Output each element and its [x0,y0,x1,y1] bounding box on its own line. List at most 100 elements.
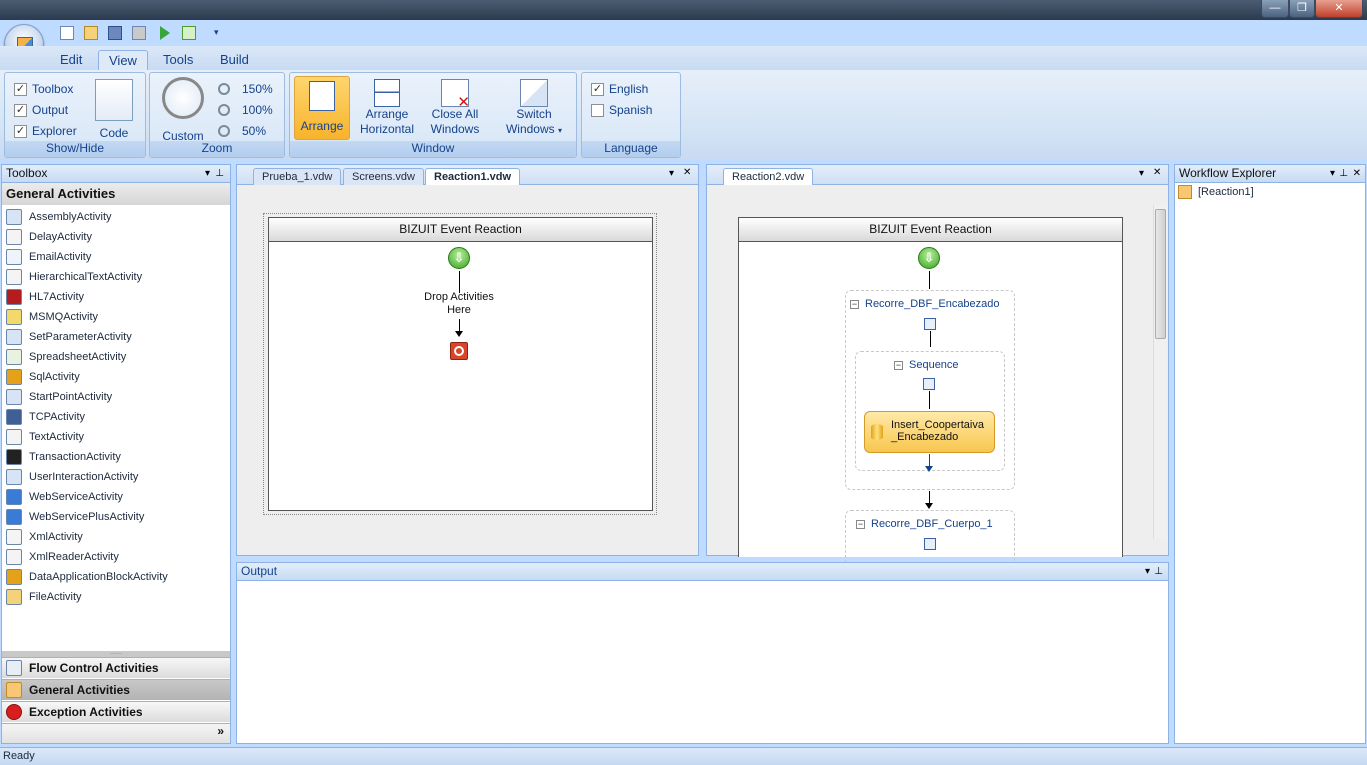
toolbox-item[interactable]: HierarchicalTextActivity [2,267,230,287]
zoom-150-button[interactable]: 150% [218,81,273,97]
toolbox-checkbox-label: Toolbox [32,82,74,96]
arrange-icon [309,81,335,111]
toolbox-item[interactable]: TCPActivity [2,407,230,427]
save-all-icon[interactable] [132,26,146,40]
tab-reaction2[interactable]: Reaction2.vdw [723,168,814,185]
collapse-icon[interactable]: − [894,360,903,370]
spanish-checkbox[interactable]: Spanish [591,102,652,118]
checkbox-box: ✓ [14,103,27,117]
category-flow-control[interactable]: Flow Control Activities [2,657,230,678]
english-label: English [609,82,649,96]
explorer-pin-icon[interactable]: ⊥ [1339,165,1348,182]
output-pin-icon[interactable]: ⊥ [1154,563,1163,580]
switch-windows-button[interactable]: Switch Windows ▾ [496,79,572,138]
connector-line [930,331,931,347]
scope-recorre-encabezado[interactable]: − Recorre_DBF_Encabezado − Sequence [845,290,1015,490]
tab-tools[interactable]: Tools [153,50,203,70]
close-all-windows-button[interactable]: ✕ Close All Windows [424,79,486,137]
connector-line [929,391,930,409]
toolbox-item-label: SqlActivity [29,371,80,383]
tab-screens[interactable]: Screens.vdw [343,168,424,185]
category-general[interactable]: General Activities [2,679,230,700]
toolbox-pin-icon[interactable]: ⊥ [215,165,224,182]
status-bar: Ready [0,747,1367,765]
toolbox-item[interactable]: DataApplicationBlockActivity [2,567,230,587]
arrange-horizontal-button[interactable]: Arrange Horizontal [356,79,418,137]
open-folder-icon[interactable] [84,26,98,40]
switch-windows-icon [520,79,548,107]
close-all-label: Close All [431,107,479,121]
tab-view[interactable]: View [98,50,148,70]
arrange-button[interactable]: Arrange [294,76,350,140]
toolbox-item[interactable]: TextActivity [2,427,230,447]
doc2-menu-icon[interactable]: ▾ [1139,168,1144,179]
doc1-close-icon[interactable]: ✕ [683,167,691,178]
maximize-button[interactable]: ❐ [1289,0,1315,18]
output-checkbox[interactable]: ✓ Output [14,102,68,118]
toolbox-header: Toolbox ▾ ⊥ [2,165,230,183]
toolbox-item[interactable]: XmlActivity [2,527,230,547]
scope-recorre-cuerpo[interactable]: − Recorre_DBF_Cuerpo_1 [845,510,1015,570]
explorer-close-icon[interactable]: ✕ [1353,165,1361,182]
collapse-icon[interactable]: − [850,299,859,309]
build-icon[interactable] [182,26,196,40]
run-icon[interactable] [160,26,170,40]
toolbox-item[interactable]: DelayActivity [2,227,230,247]
explorer-node-reaction1[interactable]: [Reaction1] [1175,183,1365,199]
toolbox-item[interactable]: WebServiceActivity [2,487,230,507]
english-checkbox[interactable]: ✓ English [591,81,648,97]
toolbox-item[interactable]: EmailActivity [2,247,230,267]
tab-build[interactable]: Build [210,50,259,70]
collapse-icon[interactable]: − [856,519,865,529]
ribbon-tab-bar: Edit View Tools Build [0,46,1367,70]
qat-customize-icon[interactable]: ▾ [214,27,219,38]
toolbox-item[interactable]: StartPointActivity [2,387,230,407]
toolbox-item-label: AssemblyActivity [29,211,112,223]
toolbox-item[interactable]: WebServicePlusActivity [2,507,230,527]
tab-reaction1[interactable]: Reaction1.vdw [425,168,521,185]
toolbox-item[interactable]: UserInteractionActivity [2,467,230,487]
close-x-icon: ✕ [457,94,470,111]
new-file-icon[interactable] [60,26,74,40]
minimize-button[interactable]: — [1261,0,1289,18]
toolbox-item[interactable]: MSMQActivity [2,307,230,327]
zoom-50-button[interactable]: 50% [218,123,266,139]
activity-insert-coopertaiva[interactable]: Insert_Coopertaiva _Encabezado [864,411,995,453]
workflow-designer-1[interactable]: BIZUIT Event Reaction ⇩ Drop Activities H… [268,217,653,511]
toolbox-item[interactable]: TransactionActivity [2,447,230,467]
toolbox-item[interactable]: HL7Activity [2,287,230,307]
scrollbar-thumb[interactable] [1155,209,1166,339]
toolbox-section-header[interactable]: General Activities [2,183,230,205]
toolbox-menu-icon[interactable]: ▾ [205,165,210,182]
toolbox-item[interactable]: XmlReaderActivity [2,547,230,567]
doc2-close-icon[interactable]: ✕ [1153,167,1161,178]
tab-prueba-1[interactable]: Prueba_1.vdw [253,168,342,185]
vertical-scrollbar[interactable] [1153,205,1167,539]
activity-icon [6,489,22,505]
doc1-menu-icon[interactable]: ▾ [669,168,674,179]
close-windows-icon: ✕ [441,79,470,111]
toolbox-checkbox[interactable]: ✓ Toolbox [14,81,73,97]
explorer-checkbox[interactable]: ✓ Explorer [14,123,77,139]
tab-edit[interactable]: Edit [50,50,92,70]
toolbox-item[interactable]: AssemblyActivity [2,207,230,227]
workflow-designer-2[interactable]: BIZUIT Event Reaction ⇩ − Recorre_DBF_Enc… [738,217,1123,570]
category-exception[interactable]: Exception Activities [2,701,230,722]
output-menu-icon[interactable]: ▾ [1145,563,1150,580]
toolbox-item[interactable]: SpreadsheetActivity [2,347,230,367]
toolbox-item[interactable]: SqlActivity [2,367,230,387]
code-button[interactable]: Code [89,79,139,141]
close-window-button[interactable]: ✕ [1315,0,1363,18]
group-label-window: Window [290,141,576,157]
more-categories-button[interactable]: » [2,723,230,743]
custom-zoom-button[interactable]: Custom [156,77,210,144]
activity-title-1: Insert_Coopertaiva [891,419,984,431]
start-icon: ⇩ [918,247,940,269]
toolbox-item-label: XmlActivity [29,531,83,543]
toolbox-item[interactable]: FileActivity [2,587,230,607]
toolbox-item[interactable]: SetParameterActivity [2,327,230,347]
explorer-menu-icon[interactable]: ▾ [1330,165,1335,182]
save-icon[interactable] [108,26,122,40]
group-show-hide: ✓ Toolbox ✓ Output ✓ Explorer Code Show/Hid… [4,72,146,158]
zoom-100-button[interactable]: 100% [218,102,273,118]
